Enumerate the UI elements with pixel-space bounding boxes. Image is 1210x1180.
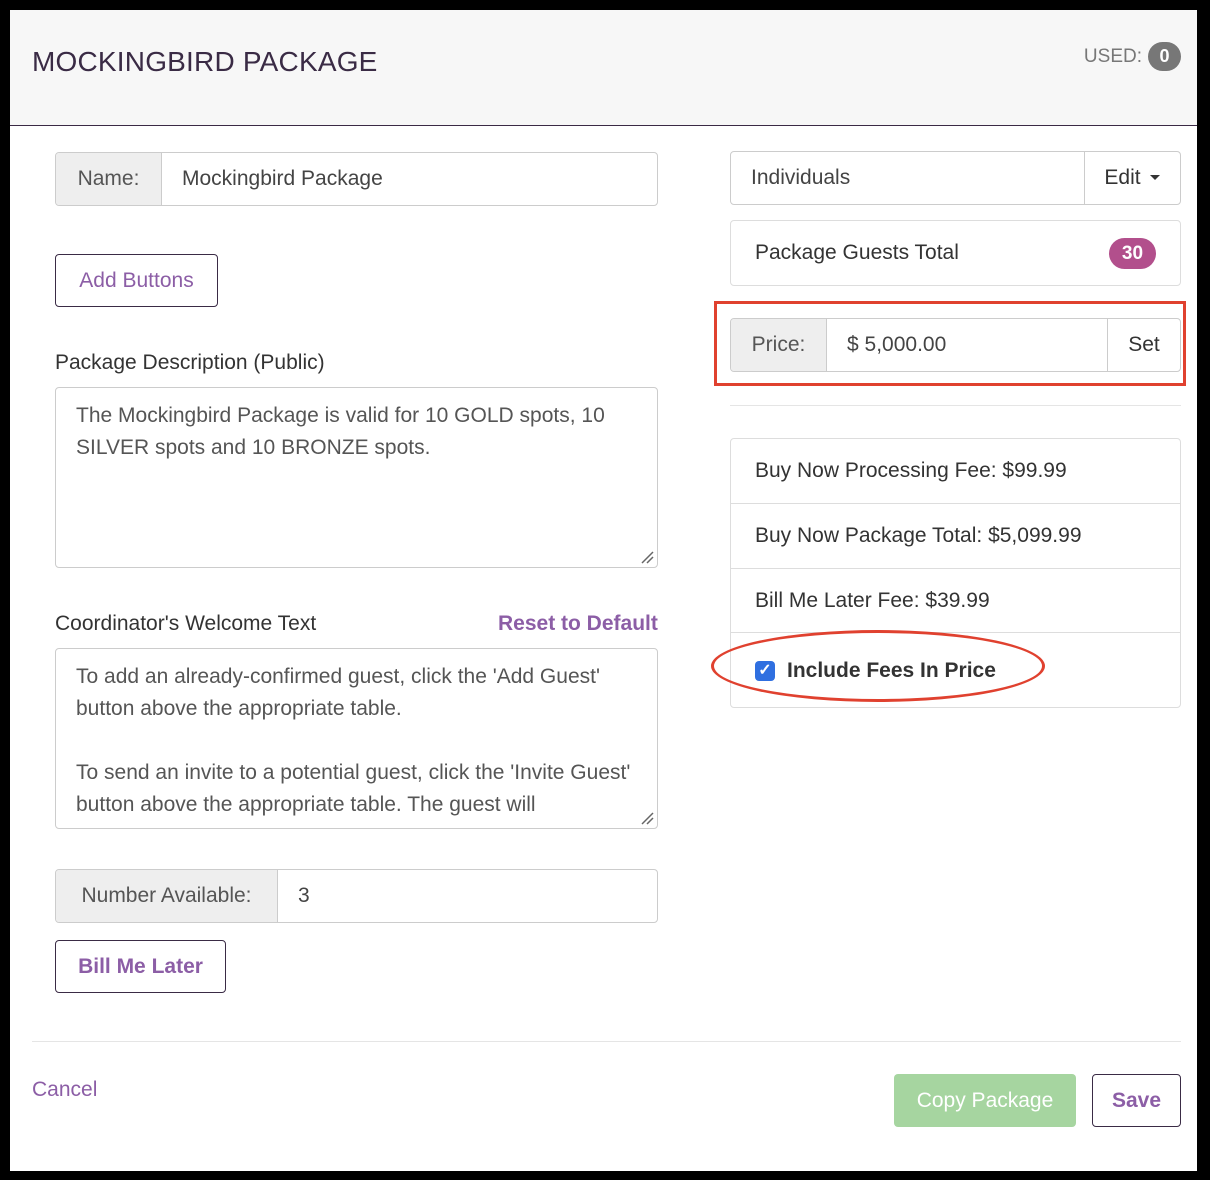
package-modal: MOCKINGBIRD PACKAGE USED: 0 Name: Mockin… — [10, 10, 1197, 1171]
fee-processing: Buy Now Processing Fee: $99.99 — [755, 459, 1067, 482]
annotation-highlight-ellipse — [711, 630, 1045, 702]
description-label: Package Description (Public) — [55, 351, 325, 374]
welcome-text-line1: To add an already-confirmed guest, click… — [76, 665, 600, 720]
welcome-textarea[interactable]: To add an already-confirmed guest, click… — [55, 648, 658, 829]
used-count-badge: 0 — [1148, 42, 1181, 71]
welcome-label: Coordinator's Welcome Text — [55, 612, 317, 635]
fee-bill-later: Bill Me Later Fee: $39.99 — [731, 568, 1180, 632]
number-available-input[interactable]: 3 — [278, 870, 657, 922]
number-available-input-group: Number Available: 3 — [55, 869, 658, 923]
guests-total-panel: Package Guests Total 30 — [730, 220, 1181, 286]
group-value: Individuals — [731, 152, 1085, 204]
reset-to-default-link[interactable]: Reset to Default — [498, 612, 658, 636]
name-input[interactable]: Mockingbird Package — [162, 153, 657, 205]
copy-package-button[interactable]: Copy Package — [894, 1074, 1076, 1127]
welcome-text-line2: To send an invite to a potential guest, … — [76, 761, 631, 816]
divider — [730, 405, 1181, 406]
page-title: MOCKINGBIRD PACKAGE — [32, 46, 378, 77]
cancel-link[interactable]: Cancel — [32, 1078, 97, 1102]
edit-dropdown-button[interactable]: Edit — [1085, 152, 1180, 204]
used-indicator: USED: 0 — [1084, 42, 1181, 71]
edit-label: Edit — [1104, 166, 1141, 189]
footer-divider — [32, 1041, 1181, 1042]
description-textarea[interactable]: The Mockingbird Package is valid for 10 … — [55, 387, 658, 568]
resize-handle-icon[interactable] — [640, 550, 654, 564]
description-text: The Mockingbird Package is valid for 10 … — [76, 404, 605, 459]
annotation-highlight-rectangle — [714, 301, 1186, 386]
caret-down-icon — [1149, 175, 1160, 180]
bill-me-later-button[interactable]: Bill Me Later — [55, 940, 226, 993]
fee-package-total: Buy Now Package Total: $5,099.99 — [731, 503, 1180, 568]
guests-total-badge: 30 — [1109, 238, 1156, 269]
guests-total-label: Package Guests Total — [755, 241, 959, 264]
group-select: Individuals Edit — [730, 151, 1181, 205]
name-input-group: Name: Mockingbird Package — [55, 152, 658, 206]
name-addon: Name: — [56, 153, 162, 205]
number-available-addon: Number Available: — [56, 870, 278, 922]
used-label: USED: — [1083, 45, 1142, 67]
resize-handle-icon[interactable] — [640, 811, 654, 825]
add-buttons-button[interactable]: Add Buttons — [55, 254, 218, 307]
save-button[interactable]: Save — [1092, 1074, 1181, 1127]
modal-header: MOCKINGBIRD PACKAGE USED: 0 — [10, 10, 1197, 126]
